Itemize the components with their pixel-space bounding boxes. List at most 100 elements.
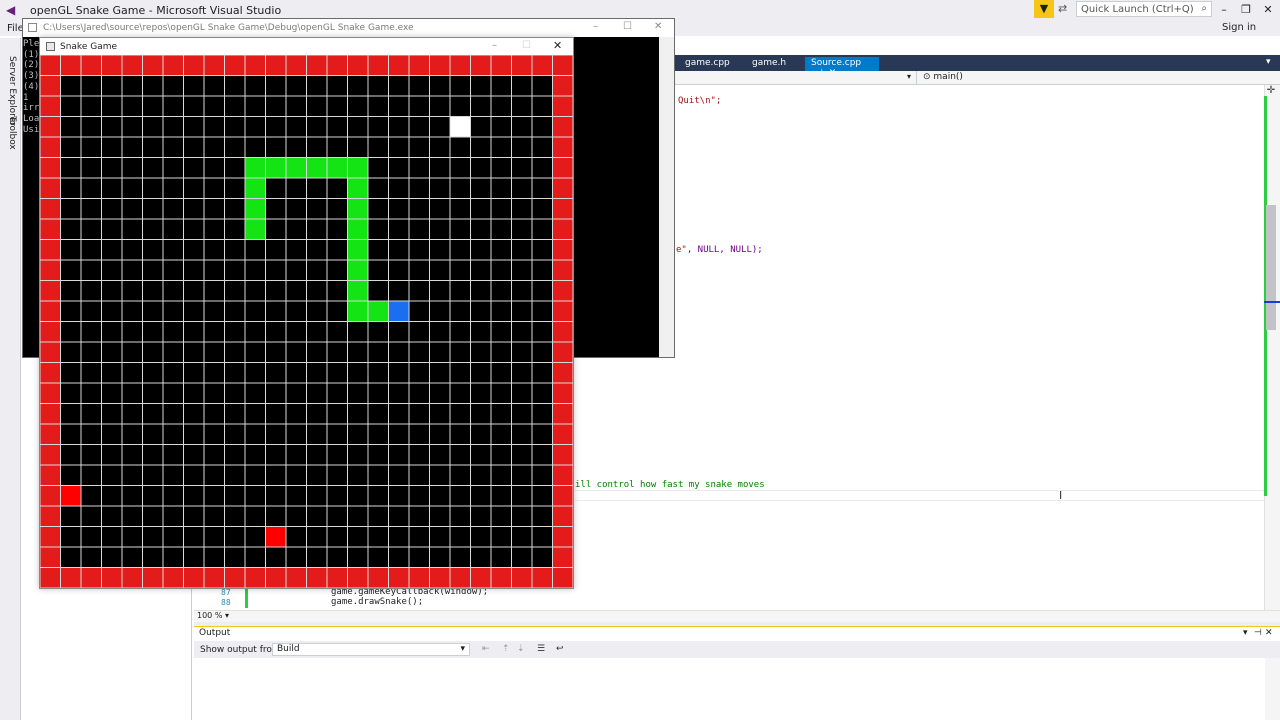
code-line-window: e", NULL, NULL); — [676, 245, 763, 255]
snake-minimize-button[interactable]: – — [492, 40, 497, 51]
game-board[interactable] — [40, 55, 573, 588]
border-cell — [552, 75, 573, 96]
border-cell — [552, 547, 573, 568]
console-minimize-button[interactable]: – — [593, 21, 598, 32]
scope-label: main() — [933, 72, 963, 82]
snake-segment — [245, 178, 266, 199]
snake-close-button[interactable]: ✕ — [553, 39, 562, 52]
border-cell — [40, 342, 61, 363]
feedback-icon[interactable]: ⇄ — [1058, 2, 1072, 16]
output-source-select[interactable]: Build ▾ — [272, 643, 470, 656]
snake-segment — [347, 198, 368, 219]
border-cell — [60, 55, 81, 76]
visual-studio-logo-icon: ◀ — [6, 3, 16, 17]
border-cell — [306, 55, 327, 76]
border-cell — [491, 567, 512, 588]
quick-launch-input[interactable]: Quick Launch (Ctrl+Q) ⌕ — [1076, 1, 1212, 17]
border-cell — [450, 55, 471, 76]
find-message-icon[interactable]: ⇤ — [482, 644, 490, 654]
border-cell — [40, 157, 61, 178]
restore-button[interactable]: ❐ — [1236, 2, 1256, 18]
border-cell — [40, 55, 61, 76]
scope-dropdown[interactable]: ⊙ main() — [916, 71, 1256, 85]
notification-filter-icon[interactable]: ▼ — [1034, 0, 1054, 18]
border-cell — [40, 465, 61, 486]
border-cell — [552, 116, 573, 137]
border-cell — [40, 137, 61, 158]
border-cell — [245, 567, 266, 588]
border-cell — [552, 424, 573, 445]
tab-source-label: Source.cpp — [811, 58, 862, 68]
border-cell — [183, 567, 204, 588]
tab-source-cpp[interactable]: Source.cpp ⊣ ✕ — [805, 57, 879, 78]
tab-game-cpp[interactable]: game.cpp — [679, 57, 736, 71]
line-number-87: 87 — [221, 588, 231, 597]
border-cell — [347, 55, 368, 76]
border-cell — [40, 547, 61, 568]
console-maximize-button[interactable]: ☐ — [623, 21, 632, 32]
minimize-button[interactable]: – — [1214, 2, 1234, 18]
toolbox-tab[interactable]: Toolbox — [3, 116, 17, 150]
search-icon: ⌕ — [1201, 3, 1207, 14]
snake-maximize-button[interactable]: ☐ — [522, 40, 531, 51]
tab-dropdown-icon[interactable]: ▾ — [1266, 57, 1271, 67]
border-cell — [40, 96, 61, 117]
border-cell — [81, 567, 102, 588]
clear-all-icon[interactable]: ☰ — [537, 644, 545, 654]
border-cell — [183, 55, 204, 76]
output-dropdown-icon[interactable]: ▾ — [1243, 628, 1248, 638]
border-cell — [142, 55, 163, 76]
border-cell — [429, 55, 450, 76]
border-cell — [388, 567, 409, 588]
border-cell — [40, 321, 61, 342]
prev-message-icon[interactable]: ⇡ — [502, 644, 510, 654]
snake-game-window[interactable]: Snake Game – ☐ ✕ — [39, 37, 574, 589]
snake-head — [388, 301, 409, 322]
close-button[interactable]: ✕ — [1258, 2, 1278, 18]
console-close-button[interactable]: ✕ — [654, 21, 662, 32]
border-cell — [40, 260, 61, 281]
output-text-area[interactable] — [194, 658, 1280, 720]
border-cell — [60, 567, 81, 588]
border-cell — [552, 198, 573, 219]
output-pin-icon[interactable]: ⊣ — [1254, 628, 1262, 638]
tab-game-h[interactable]: game.h — [746, 57, 792, 71]
snake-title-bar: Snake Game – ☐ ✕ — [40, 38, 573, 55]
sign-in-link[interactable]: Sign in — [1222, 22, 1256, 33]
code-editor[interactable] — [575, 85, 1265, 610]
border-cell — [40, 403, 61, 424]
word-wrap-icon[interactable]: ↩ — [556, 644, 564, 654]
output-close-icon[interactable]: ✕ — [1265, 628, 1273, 638]
output-scrollbar[interactable] — [1265, 658, 1280, 720]
current-line-highlight — [575, 490, 1265, 501]
border-cell — [40, 280, 61, 301]
vs-window-title: openGL Snake Game - Microsoft Visual Stu… — [30, 4, 282, 17]
food-pellet — [450, 116, 471, 137]
border-cell — [40, 424, 61, 445]
zoom-dropdown[interactable]: 100 % ▾ — [197, 611, 237, 621]
border-cell — [388, 55, 409, 76]
scrollbar-thumb[interactable] — [1266, 205, 1276, 330]
border-cell — [286, 567, 307, 588]
console-scrollbar[interactable] — [659, 37, 674, 357]
snake-segment — [347, 239, 368, 260]
border-cell — [265, 55, 286, 76]
border-cell — [552, 526, 573, 547]
border-cell — [81, 55, 102, 76]
border-cell — [40, 526, 61, 547]
border-cell — [511, 55, 532, 76]
text-cursor-icon: I — [1059, 489, 1063, 502]
border-cell — [552, 383, 573, 404]
border-cell — [40, 198, 61, 219]
border-cell — [552, 567, 573, 588]
split-editor-icon[interactable]: ✛ — [1265, 85, 1277, 97]
border-cell — [368, 55, 389, 76]
border-cell — [40, 567, 61, 588]
snake-window-title: Snake Game — [60, 42, 118, 52]
border-cell — [552, 444, 573, 465]
border-cell — [552, 157, 573, 178]
member-dropdown-arrow-icon[interactable]: ▾ — [907, 72, 911, 81]
border-cell — [40, 75, 61, 96]
next-message-icon[interactable]: ⇣ — [517, 644, 525, 654]
snake-segment — [245, 219, 266, 240]
